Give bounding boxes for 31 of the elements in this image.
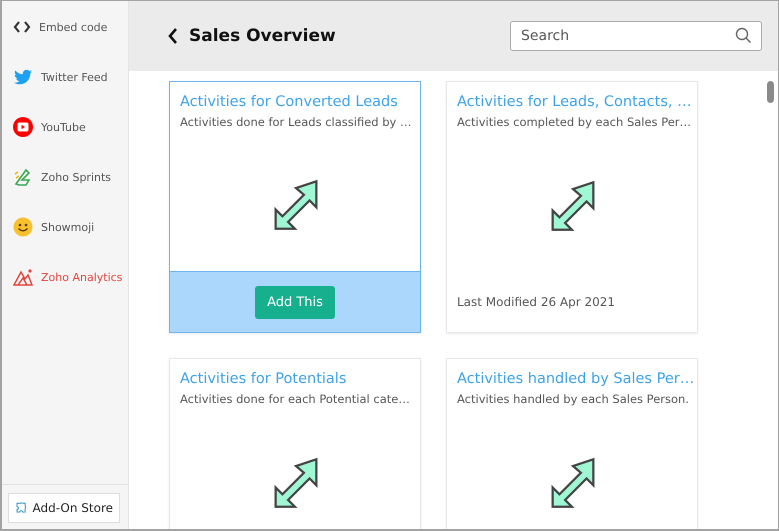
report-card[interactable]: Activities for Leads, Contacts, … Activities completed by each Sales Per… Last Modified 26 Apr 2021 [446, 81, 698, 333]
scrollbar-thumb[interactable] [767, 81, 774, 103]
sidebar-item[interactable]: Zoho Analytics [2, 252, 128, 302]
sidebar-item[interactable]: Embed code [2, 2, 128, 52]
report-card[interactable]: Activities for Potentials Activities done for each Potential cate… [169, 358, 421, 529]
search-field[interactable]: Search [510, 21, 762, 51]
last-modified-text: Last Modified 26 Apr 2021 [457, 295, 616, 309]
sidebar-item[interactable]: Twitter Feed [2, 52, 128, 102]
card-description: Activities done for Leads classified by … [180, 115, 412, 129]
bird-icon [13, 68, 33, 86]
card-title: Activities for Leads, Contacts, … [457, 94, 689, 110]
page-title: Sales Overview [189, 26, 336, 46]
back-button[interactable] [167, 27, 179, 45]
card-description: Activities completed by each Sales Per… [457, 115, 689, 129]
card-description: Activities done for each Potential cate… [180, 392, 411, 406]
search-icon [735, 27, 751, 43]
mountain-chart-icon [13, 267, 33, 287]
sprint-logo-icon [13, 166, 33, 188]
play-button-icon [13, 117, 33, 137]
report-card[interactable]: Activities for Converted Leads Activities done for Leads classified by … Add This [169, 81, 421, 333]
sidebar-item[interactable]: Zoho Sprints [2, 152, 128, 202]
code-brackets-icon [13, 19, 31, 35]
report-card[interactable]: Activities handled by Sales Per… Activities handled by each Sales Person. [446, 358, 698, 529]
card-description: Activities handled by each Sales Person. [457, 392, 689, 406]
card-title: Activities for Potentials [180, 371, 348, 387]
chevron-left-icon [167, 27, 179, 45]
sidebar-item[interactable]: Showmoji [2, 202, 128, 252]
add-on-store-button[interactable]: Add-On Store [8, 493, 120, 523]
sidebar-item[interactable]: YouTube [2, 102, 128, 152]
card-title: Activities for Converted Leads [180, 94, 399, 110]
smiley-icon [13, 217, 33, 237]
